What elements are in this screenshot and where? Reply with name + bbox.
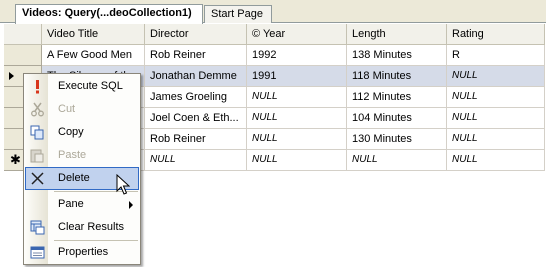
column-header-year[interactable]: © Year bbox=[247, 24, 347, 45]
cell-length[interactable]: 130 Minutes bbox=[347, 129, 447, 150]
column-header-video-title[interactable]: Video Title bbox=[42, 24, 145, 45]
cell-title[interactable]: A Few Good Men bbox=[42, 45, 145, 66]
menu-item-execute-sql[interactable]: Execute SQL bbox=[25, 75, 139, 98]
menu-item-clear-results[interactable]: Clear Results bbox=[25, 216, 139, 239]
cell-year[interactable]: NULL bbox=[247, 108, 347, 129]
row-header-corner[interactable] bbox=[4, 24, 42, 45]
tab-query[interactable]: Videos: Query(...deoCollection1) bbox=[15, 4, 203, 24]
menu-item-paste[interactable]: Paste bbox=[25, 144, 139, 167]
execute-sql-icon bbox=[36, 80, 39, 94]
menu-item-cut[interactable]: Cut bbox=[25, 98, 139, 121]
table-row[interactable]: A Few Good Men Rob Reiner 1992 138 Minut… bbox=[4, 45, 545, 66]
cell-year[interactable]: NULL bbox=[247, 129, 347, 150]
cell-rating[interactable]: R bbox=[447, 45, 545, 66]
cell-director[interactable]: Joel Coen & Eth... bbox=[145, 108, 247, 129]
menu-item-label: Cut bbox=[58, 103, 76, 115]
cell-year[interactable]: NULL bbox=[247, 150, 347, 171]
menu-item-label: Properties bbox=[58, 246, 109, 258]
menu-item-label: Copy bbox=[58, 126, 84, 138]
cell-rating[interactable]: NULL bbox=[447, 66, 545, 87]
cell-length[interactable]: NULL bbox=[347, 150, 447, 171]
paste-icon bbox=[30, 149, 44, 163]
header-row: Video Title Director © Year Length Ratin… bbox=[4, 24, 545, 45]
row-selector[interactable] bbox=[4, 45, 42, 66]
menu-item-label: Pane bbox=[58, 198, 84, 210]
cell-rating[interactable]: NULL bbox=[447, 150, 545, 171]
column-header-rating[interactable]: Rating bbox=[447, 24, 545, 45]
cell-director[interactable]: Jonathan Demme bbox=[145, 66, 247, 87]
cell-length[interactable]: 112 Minutes bbox=[347, 87, 447, 108]
clear-results-icon bbox=[30, 220, 45, 235]
scissors-icon bbox=[31, 102, 44, 117]
cell-rating[interactable]: NULL bbox=[447, 129, 545, 150]
menu-item-label: Delete bbox=[58, 172, 90, 184]
cell-year[interactable]: NULL bbox=[247, 87, 347, 108]
tab-strip: Videos: Query(...deoCollection1) Start P… bbox=[0, 0, 546, 24]
context-menu: Execute SQL Cut Copy Paste Delete Pane C… bbox=[23, 73, 141, 265]
cell-director[interactable]: Rob Reiner bbox=[145, 129, 247, 150]
cell-rating[interactable]: NULL bbox=[447, 108, 545, 129]
cell-length[interactable]: 118 Minutes bbox=[347, 66, 447, 87]
cell-director[interactable]: NULL bbox=[145, 150, 247, 171]
menu-item-label: Paste bbox=[58, 149, 87, 161]
mouse-pointer-icon bbox=[116, 174, 130, 195]
cell-length[interactable]: 138 Minutes bbox=[347, 45, 447, 66]
properties-icon bbox=[30, 246, 45, 259]
menu-item-pane[interactable]: Pane bbox=[25, 193, 139, 216]
menu-item-copy[interactable]: Copy bbox=[25, 121, 139, 144]
submenu-arrow-icon bbox=[129, 201, 133, 209]
tab-start-page[interactable]: Start Page bbox=[204, 5, 272, 23]
menu-item-label: Execute SQL bbox=[58, 80, 123, 92]
cell-director[interactable]: Rob Reiner bbox=[145, 45, 247, 66]
cell-director[interactable]: James Groeling bbox=[145, 87, 247, 108]
current-row-arrow-icon bbox=[9, 72, 14, 80]
copy-icon bbox=[30, 125, 44, 140]
column-header-director[interactable]: Director bbox=[145, 24, 247, 45]
delete-x-icon bbox=[31, 172, 44, 185]
cell-rating[interactable]: NULL bbox=[447, 87, 545, 108]
new-row-asterisk-icon: ✱ bbox=[10, 152, 21, 167]
cell-year[interactable]: 1992 bbox=[247, 45, 347, 66]
cell-length[interactable]: 104 Minutes bbox=[347, 108, 447, 129]
menu-item-label: Clear Results bbox=[58, 221, 125, 233]
cell-year[interactable]: 1991 bbox=[247, 66, 347, 87]
column-header-length[interactable]: Length bbox=[347, 24, 447, 45]
menu-item-properties[interactable]: Properties bbox=[25, 241, 139, 264]
